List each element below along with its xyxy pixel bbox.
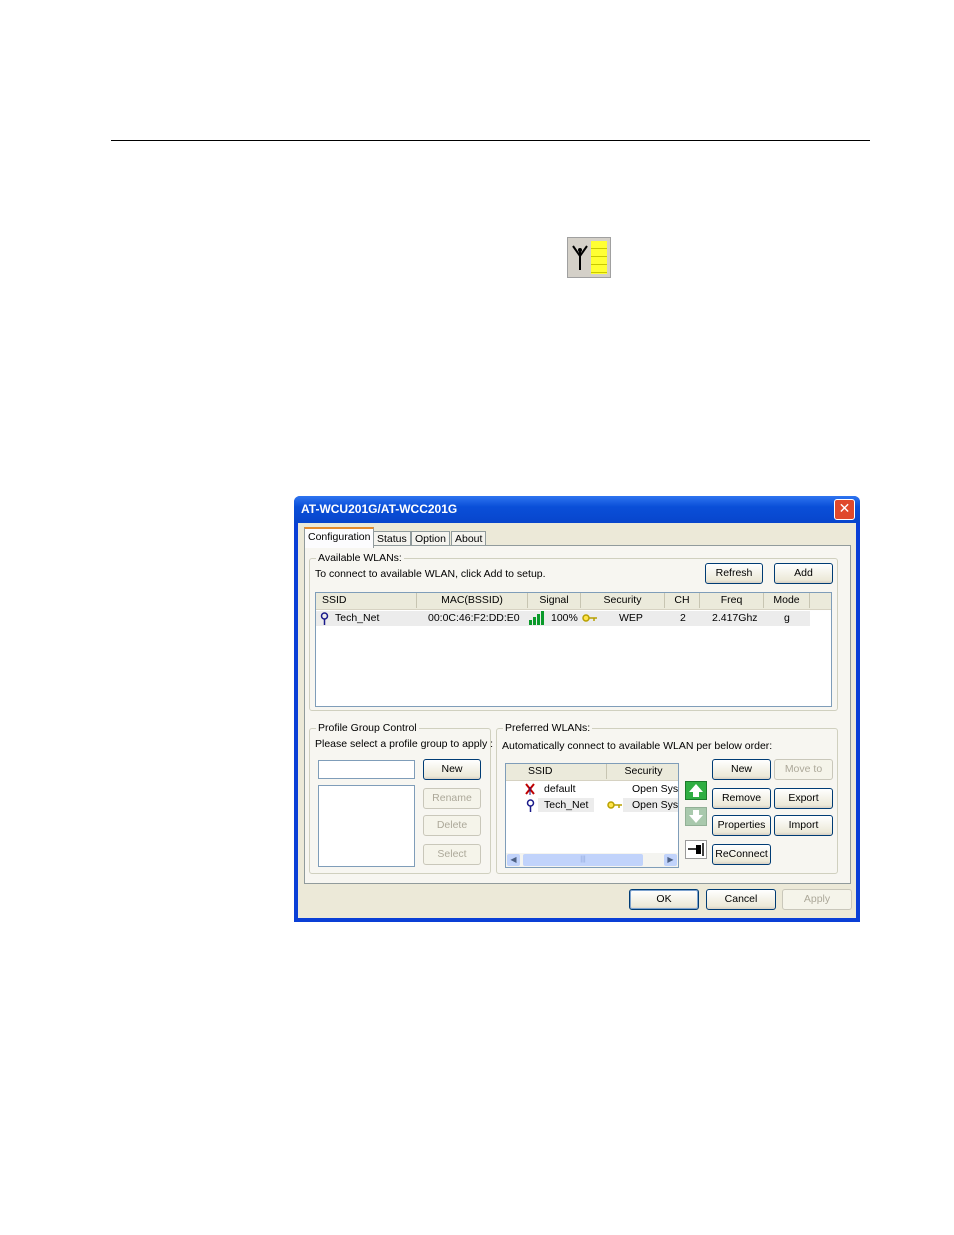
profile-group-input[interactable] xyxy=(318,760,415,779)
available-list-header: SSID MAC(BSSID) Signal Security CH Freq … xyxy=(316,593,831,610)
reconnect-button[interactable]: ReConnect xyxy=(712,844,771,865)
config-dialog: AT-WCU201G/AT-WCC201G ✕ Configuration St… xyxy=(294,496,860,922)
close-button[interactable]: ✕ xyxy=(834,499,855,520)
pref-row-ssid: default xyxy=(544,783,576,795)
row-ch: 2 xyxy=(680,612,686,624)
access-point-icon xyxy=(526,799,535,812)
title-bar[interactable]: AT-WCU201G/AT-WCC201G ✕ xyxy=(294,496,860,523)
column-ch[interactable]: CH xyxy=(665,593,700,608)
column-freq[interactable]: Freq xyxy=(700,593,764,608)
column-security[interactable]: Security xyxy=(581,593,665,608)
pin-icon xyxy=(688,843,704,856)
column-pref-ssid[interactable]: SSID xyxy=(506,764,607,779)
table-row[interactable]: Tech_Net 00:0C:46:F2:DD:E0 100% WEP 2 2.… xyxy=(316,611,810,626)
dialog-client: Configuration Status Option About Availa… xyxy=(298,523,856,918)
window-title: AT-WCU201G/AT-WCC201G xyxy=(301,502,458,516)
pref-row-ssid: Tech_Net xyxy=(538,798,595,812)
key-icon xyxy=(607,801,622,809)
access-point-icon xyxy=(320,612,329,625)
available-wlans-label: Available WLANs: xyxy=(316,552,404,564)
signal-bars-icon xyxy=(529,611,544,625)
preferred-new-button[interactable]: New xyxy=(712,759,771,780)
row-signal: 100% xyxy=(551,612,578,624)
move-down-button[interactable] xyxy=(685,807,707,826)
disconnected-icon xyxy=(525,783,535,795)
horizontal-rule xyxy=(111,140,870,141)
move-up-button[interactable] xyxy=(685,781,707,800)
column-signal[interactable]: Signal xyxy=(528,593,581,608)
pref-row-security: Open Syst xyxy=(623,798,678,812)
pin-button[interactable] xyxy=(685,840,707,859)
signal-strength-bars xyxy=(591,241,607,274)
column-mode[interactable]: Mode xyxy=(764,593,810,608)
row-mac: 00:0C:46:F2:DD:E0 xyxy=(428,612,520,624)
cancel-button[interactable]: Cancel xyxy=(706,889,776,910)
available-hint: To connect to available WLAN, click Add … xyxy=(315,568,546,580)
remove-button[interactable]: Remove xyxy=(712,788,771,809)
pref-row-security: Open Syst xyxy=(632,783,679,795)
move-to-button[interactable]: Move to xyxy=(774,759,833,780)
key-icon xyxy=(582,614,597,622)
list-item[interactable]: Tech_Net Open Syst xyxy=(506,798,678,813)
ok-button[interactable]: OK xyxy=(629,889,699,910)
refresh-button[interactable]: Refresh xyxy=(705,563,763,584)
preferred-hint: Automatically connect to available WLAN … xyxy=(502,740,773,752)
list-item[interactable]: default Open Syst xyxy=(506,782,679,797)
profile-rename-button[interactable]: Rename xyxy=(423,788,481,809)
preferred-list-header: SSID Security xyxy=(506,764,678,781)
scroll-left-arrow[interactable]: ◀ xyxy=(507,854,520,866)
row-ssid: Tech_Net xyxy=(335,612,380,624)
horizontal-scrollbar[interactable]: ◀ ||| ▶ xyxy=(506,853,678,867)
column-mac[interactable]: MAC(BSSID) xyxy=(417,593,528,608)
available-wlans-group: Available WLANs: To connect to available… xyxy=(309,552,838,711)
configuration-panel: Available WLANs: To connect to available… xyxy=(304,545,851,884)
preferred-wlan-list[interactable]: SSID Security default Open Syst Tech_Net… xyxy=(505,763,679,868)
add-button[interactable]: Add xyxy=(774,563,833,584)
preferred-wlans-label: Preferred WLANs: xyxy=(503,722,593,734)
row-security: WEP xyxy=(619,612,643,624)
profile-group-hint: Please select a profile group to apply : xyxy=(315,738,494,750)
properties-button[interactable]: Properties xyxy=(712,815,771,836)
profile-new-button[interactable]: New xyxy=(423,759,481,780)
scroll-thumb[interactable]: ||| xyxy=(523,854,643,866)
signal-tray-icon xyxy=(567,237,611,278)
export-button[interactable]: Export xyxy=(774,788,833,809)
profile-group-list[interactable] xyxy=(318,785,415,867)
tab-configuration[interactable]: Configuration xyxy=(304,527,375,548)
column-pref-security[interactable]: Security xyxy=(607,764,678,779)
profile-group-label: Profile Group Control xyxy=(316,722,419,734)
antenna-icon xyxy=(572,245,588,270)
available-wlan-list[interactable]: SSID MAC(BSSID) Signal Security CH Freq … xyxy=(315,592,832,707)
import-button[interactable]: Import xyxy=(774,815,833,836)
up-arrow-icon xyxy=(689,784,703,797)
column-ssid[interactable]: SSID xyxy=(316,593,417,608)
scroll-right-arrow[interactable]: ▶ xyxy=(664,854,677,866)
row-freq: 2.417Ghz xyxy=(712,612,758,624)
down-arrow-icon xyxy=(689,810,703,823)
profile-delete-button[interactable]: Delete xyxy=(423,815,481,836)
apply-button[interactable]: Apply xyxy=(782,889,852,910)
close-icon: ✕ xyxy=(838,501,851,517)
row-mode: g xyxy=(784,612,790,624)
profile-select-button[interactable]: Select xyxy=(423,844,481,865)
profile-group-control: Profile Group Control Please select a pr… xyxy=(309,722,494,874)
preferred-wlans-group: Preferred WLANs: Automatically connect t… xyxy=(496,722,838,874)
